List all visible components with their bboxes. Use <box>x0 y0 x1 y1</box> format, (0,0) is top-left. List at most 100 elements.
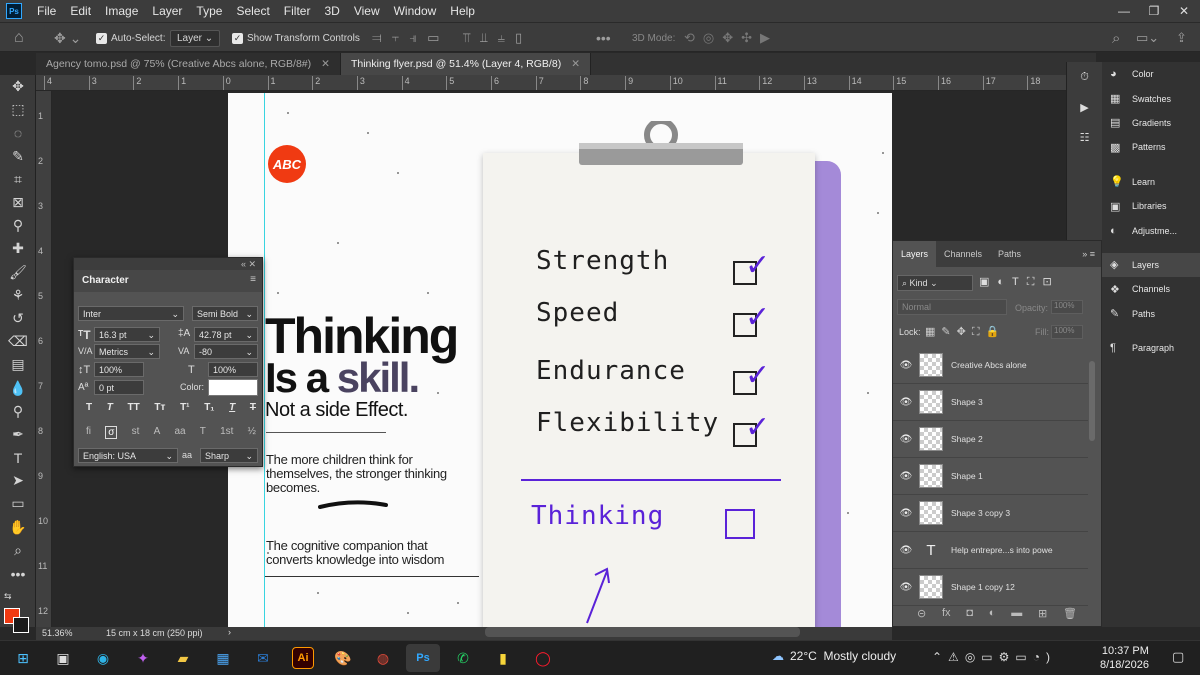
vertical-scale-field[interactable]: 100% <box>94 362 144 377</box>
close-tab-icon[interactable]: ✕ <box>321 58 330 70</box>
workspace-icon[interactable]: ▭⌄ <box>1136 23 1159 53</box>
menu-edit[interactable]: Edit <box>63 0 98 22</box>
new-layer-icon[interactable]: ⊞ <box>1038 607 1047 620</box>
opentype-button[interactable]: ½ <box>248 426 256 439</box>
weather-widget[interactable]: ☁ 22°C Mostly cloudy <box>772 649 896 663</box>
quick-select-tool-icon[interactable]: ✎ <box>0 145 36 168</box>
properties-icon[interactable]: ☷ <box>1067 122 1102 152</box>
marquee-tool-icon[interactable]: ⬚ <box>0 98 36 121</box>
windows-start-icon[interactable]: ⊞ <box>6 644 40 672</box>
horizontal-scale-field[interactable]: 100% <box>208 362 258 377</box>
panel-layers[interactable]: ◈ Layers <box>1102 252 1200 278</box>
layers-scrollbar[interactable] <box>1089 361 1095 441</box>
document-canvas[interactable]: ABC Thinking Is a skill. Not a side Effe… <box>228 93 892 627</box>
opentype-button[interactable]: st <box>132 426 140 439</box>
menu-window[interactable]: Window <box>387 0 444 22</box>
layer-row[interactable]: 👁 Shape 3 copy 3 <box>893 495 1088 532</box>
outlook-icon[interactable]: ✉ <box>246 644 280 672</box>
opentype-button[interactable]: 1st <box>220 426 233 439</box>
type-style-button[interactable]: T₁ <box>204 402 214 413</box>
system-tray-icons[interactable]: ⌃⚠◎▭⚙▭◔) <box>932 650 1056 664</box>
menu-file[interactable]: File <box>30 0 63 22</box>
filter-icons[interactable]: ▣◐T⛶⊡ <box>979 275 1060 289</box>
panel-swatches[interactable]: ▦ Swatches <box>1102 86 1200 110</box>
store-icon[interactable]: ▦ <box>206 644 240 672</box>
panel-paths[interactable]: ✎ Paths <box>1102 302 1200 326</box>
background-color[interactable] <box>13 617 29 634</box>
edge-icon[interactable]: ◉ <box>86 644 120 672</box>
folder-icon[interactable]: ▬ <box>1011 607 1022 620</box>
character-tab[interactable]: Character <box>74 270 262 292</box>
visibility-eye-icon[interactable]: 👁 <box>893 434 919 445</box>
brush-tool-icon[interactable]: 🖌 <box>0 261 36 284</box>
fill-field[interactable]: 100% <box>1051 325 1083 339</box>
menu-image[interactable]: Image <box>98 0 145 22</box>
menu-layer[interactable]: Layer <box>145 0 189 22</box>
visibility-eye-icon[interactable]: 👁 <box>893 471 919 482</box>
horizontal-scrollbar[interactable] <box>485 627 800 637</box>
font-style-select[interactable]: Semi Bold ⌄ <box>192 306 258 321</box>
menu-view[interactable]: View <box>347 0 387 22</box>
blend-mode-select[interactable]: Normal <box>897 299 1007 315</box>
opentype-button[interactable]: A <box>154 426 161 439</box>
transform-controls-checkbox[interactable]: ✓ Show Transform Controls <box>232 23 360 53</box>
opentype-button[interactable]: σ <box>105 426 118 439</box>
panel-channels[interactable]: ❖ Channels <box>1102 277 1200 301</box>
panel-gradients[interactable]: ▤ Gradients <box>1102 111 1200 135</box>
frame-tool-icon[interactable]: ⊠ <box>0 191 36 214</box>
link-icon[interactable]: ⊝ <box>917 607 926 620</box>
zoom-tool-icon[interactable]: ⌕ <box>0 539 36 562</box>
layer-row[interactable]: 👁 Creative Abcs alone <box>893 347 1088 384</box>
panel-adjustme[interactable]: ◐ Adjustme... <box>1102 218 1200 242</box>
panel-menu-icon[interactable]: » ≡ <box>1082 241 1101 267</box>
panel-libraries[interactable]: ▣ Libraries <box>1102 194 1200 218</box>
rectangle-tool-icon[interactable]: ▭ <box>0 492 36 515</box>
font-size-field[interactable]: 16.3 pt ⌄ <box>94 327 160 342</box>
tab-paths[interactable]: Paths <box>990 241 1029 267</box>
panel-patterns[interactable]: ▩ Patterns <box>1102 135 1200 159</box>
filter-kind-select[interactable]: ⌕ Kind ⌄ <box>897 275 973 291</box>
clock[interactable]: 10:37 PM 8/18/2026 <box>1100 644 1149 672</box>
move-tool-icon[interactable]: ✥ <box>0 75 36 98</box>
type-style-button[interactable]: T <box>229 402 235 413</box>
copilot-icon[interactable]: ✦ <box>126 644 160 672</box>
zoom-level[interactable]: 51.36% <box>42 628 73 638</box>
visibility-eye-icon[interactable]: 👁 <box>893 508 919 519</box>
layer-row[interactable]: 👁 Shape 1 <box>893 458 1088 495</box>
menu-3d[interactable]: 3D <box>317 0 346 22</box>
actions-play-icon[interactable]: ▶ <box>1067 92 1102 122</box>
tab-thinking-flyer[interactable]: Thinking flyer.psd @ 51.4% (Layer 4, RGB… <box>340 53 592 75</box>
home-icon[interactable]: ⌂ <box>14 23 24 53</box>
visibility-eye-icon[interactable]: 👁 <box>893 397 919 408</box>
path-select-tool-icon[interactable]: ➤ <box>0 469 36 492</box>
menu-type[interactable]: Type <box>189 0 229 22</box>
color-swatch[interactable] <box>208 379 258 396</box>
panel-collapse-icon[interactable]: « ✕ <box>74 258 262 270</box>
hand-tool-icon[interactable]: ✋ <box>0 516 36 539</box>
opentype-button[interactable]: fi <box>86 426 91 439</box>
menu-help[interactable]: Help <box>443 0 482 22</box>
eyedropper-tool-icon[interactable]: ⚲ <box>0 214 36 237</box>
leading-field[interactable]: 42.78 pt ⌄ <box>194 327 258 342</box>
layer-row[interactable]: 👁 Shape 1 copy 12 <box>893 569 1088 606</box>
visibility-eye-icon[interactable]: 👁 <box>893 360 919 371</box>
kerning-field[interactable]: Metrics ⌄ <box>94 344 160 359</box>
fx-icon[interactable]: fx <box>942 607 951 620</box>
more-options-icon[interactable]: ••• <box>596 23 611 53</box>
restore-icon[interactable]: ❐ <box>1140 0 1168 22</box>
dodge-tool-icon[interactable]: ⚲ <box>0 400 36 423</box>
pen-tool-icon[interactable]: ✒ <box>0 423 36 446</box>
lasso-tool-icon[interactable]: ◌ <box>0 121 36 144</box>
tracking-field[interactable]: -80 ⌄ <box>194 344 258 359</box>
menu-filter[interactable]: Filter <box>277 0 318 22</box>
chrome-icon[interactable]: ◍ <box>366 644 400 672</box>
whatsapp-icon[interactable]: ✆ <box>446 644 480 672</box>
crop-tool-icon[interactable]: ⌗ <box>0 168 36 191</box>
antialias-select[interactable]: Sharp ⌄ <box>200 448 258 463</box>
panel-learn[interactable]: 💡 Learn <box>1102 170 1200 194</box>
type-tool-icon[interactable]: T <box>0 446 36 469</box>
gradient-tool-icon[interactable]: ▤ <box>0 353 36 376</box>
type-style-button[interactable]: TT <box>128 402 140 413</box>
layer-row[interactable]: 👁 T Help entrepre...s into powe <box>893 532 1088 569</box>
type-style-button[interactable]: T¹ <box>180 402 189 413</box>
